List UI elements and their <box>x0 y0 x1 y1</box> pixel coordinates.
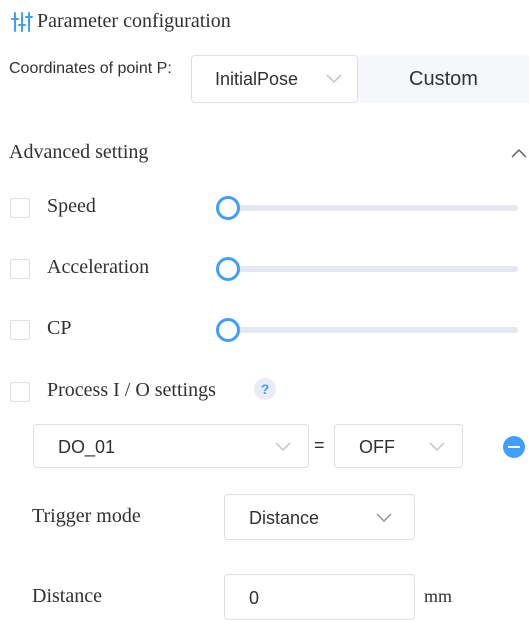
acceleration-checkbox[interactable] <box>10 259 30 279</box>
state-select[interactable]: OFF <box>334 424 463 468</box>
speed-checkbox[interactable] <box>10 198 30 218</box>
trigger-mode-label: Trigger mode <box>32 505 141 527</box>
speed-slider-handle[interactable] <box>216 196 240 220</box>
equals-sign: = <box>314 435 325 455</box>
distance-unit-label: mm <box>424 586 453 606</box>
distance-input[interactable]: 0 <box>224 574 415 620</box>
chevron-down-icon <box>275 442 291 452</box>
advanced-setting-label: Advanced setting <box>9 141 149 163</box>
cp-checkbox[interactable] <box>10 320 30 340</box>
remove-io-button[interactable] <box>503 436 525 458</box>
chevron-up-icon[interactable] <box>511 148 527 158</box>
state-select-value: OFF <box>359 437 395 457</box>
chevron-down-icon <box>376 513 392 523</box>
trigger-mode-value: Distance <box>249 508 320 528</box>
output-select-value: DO_01 <box>58 437 116 457</box>
output-select[interactable]: DO_01 <box>33 424 309 468</box>
acceleration-label: Acceleration <box>47 256 150 278</box>
point-coordinates-label: Coordinates of point P: <box>9 60 172 77</box>
distance-input-value: 0 <box>249 588 260 608</box>
distance-label: Distance <box>32 585 102 607</box>
cp-label: CP <box>47 317 72 339</box>
speed-label: Speed <box>47 195 96 217</box>
custom-tab[interactable]: Custom <box>358 55 529 103</box>
process-io-label: Process I / O settings <box>47 379 216 401</box>
speed-slider-track[interactable] <box>228 205 518 211</box>
chevron-down-icon <box>326 74 342 84</box>
sliders-icon <box>11 12 33 32</box>
page-title: Parameter configuration <box>37 10 231 32</box>
cp-slider-track[interactable] <box>228 327 518 333</box>
pose-select[interactable]: InitialPose <box>191 55 358 103</box>
chevron-down-icon <box>429 442 445 452</box>
trigger-mode-select[interactable]: Distance <box>224 494 415 540</box>
process-io-checkbox[interactable] <box>10 382 30 402</box>
acceleration-slider-handle[interactable] <box>216 257 240 281</box>
minus-icon <box>508 446 520 448</box>
help-icon[interactable]: ? <box>254 378 276 400</box>
pose-select-value: InitialPose <box>215 69 299 89</box>
cp-slider-handle[interactable] <box>216 318 240 342</box>
acceleration-slider-track[interactable] <box>228 266 518 272</box>
